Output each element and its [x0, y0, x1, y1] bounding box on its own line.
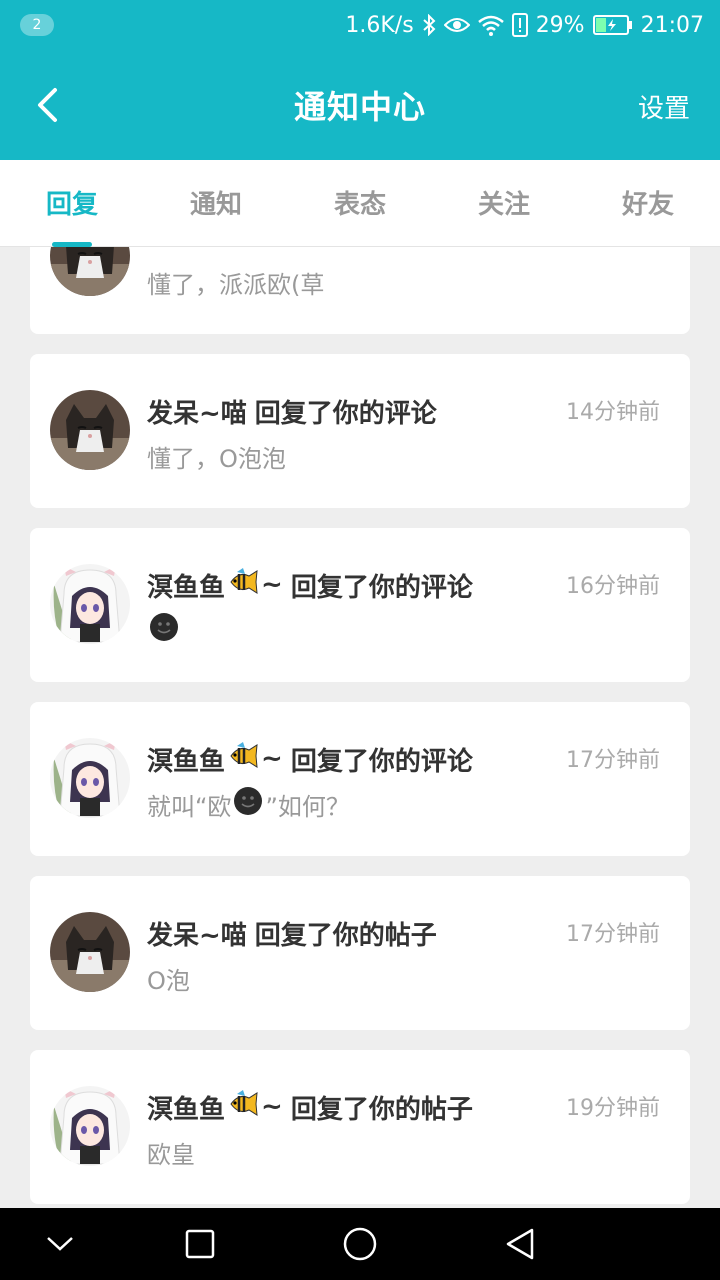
notification-card[interactable]: 溟鱼鱼 ~ 回复了你的帖子 19分钟前 欧皇 — [30, 1050, 690, 1204]
notification-content — [147, 612, 181, 648]
avatar-anime-girl[interactable] — [50, 1086, 130, 1166]
notification-action: 回复了你的帖子 — [254, 920, 437, 951]
username-prefix: 溟鱼鱼 — [147, 1094, 226, 1125]
tropical-fish-icon — [227, 1089, 259, 1125]
avatar-anime-girl[interactable] — [50, 738, 130, 818]
recents-icon — [185, 1229, 215, 1259]
username[interactable]: 溟鱼鱼 ~ — [147, 741, 283, 778]
collapse-button[interactable] — [40, 1224, 80, 1264]
system-nav-bar — [0, 1208, 720, 1280]
home-button[interactable] — [340, 1224, 380, 1264]
recents-button[interactable] — [180, 1224, 220, 1264]
tab-notice[interactable]: 通知 — [144, 184, 288, 221]
battery-charging-icon — [592, 15, 633, 35]
notification-list[interactable]: 懂了，派派欧(草 发呆~喵 回复了你的评论 14分钟前 懂了，O泡泡 溟鱼鱼 ~… — [0, 246, 720, 1208]
notification-action: 回复了你的评论 — [290, 746, 473, 777]
avatar-anime-girl[interactable] — [50, 564, 130, 644]
home-icon — [343, 1227, 377, 1261]
notification-content: 欧皇 — [147, 1140, 195, 1169]
notification-time: 17分钟前 — [566, 748, 660, 773]
username[interactable]: 溟鱼鱼 ~ — [147, 1089, 283, 1126]
notification-content: 懂了，O泡泡 — [147, 444, 286, 473]
clock: 21:07 — [640, 12, 704, 38]
bluetooth-icon — [422, 14, 436, 36]
notification-time: 16分钟前 — [566, 574, 660, 599]
notification-card[interactable]: 溟鱼鱼 ~ 回复了你的评论 16分钟前 — [30, 528, 690, 682]
tab-bar: 回复 通知 表态 关注 好友 — [0, 160, 720, 247]
status-bar: 2 1.6K/s 29% 21:07 — [0, 0, 720, 50]
notification-card[interactable]: 懂了，派派欧(草 — [30, 246, 690, 334]
tab-reply[interactable]: 回复 — [0, 184, 144, 221]
notification-content: O泡 — [147, 966, 190, 995]
notification-time: 17分钟前 — [566, 922, 660, 947]
eye-icon — [443, 15, 470, 35]
notification-time: 14分钟前 — [566, 400, 660, 425]
tab-friends[interactable]: 好友 — [576, 184, 720, 221]
tropical-fish-icon — [227, 741, 259, 777]
username-suffix: ~ — [261, 744, 283, 774]
username-prefix: 溟鱼鱼 — [147, 746, 226, 777]
username[interactable]: 溟鱼鱼 ~ — [147, 567, 283, 604]
notification-title: 溟鱼鱼 ~ 回复了你的评论 — [147, 567, 473, 604]
active-tab-indicator — [52, 242, 92, 247]
content-text-before: 就叫“欧 — [147, 792, 232, 821]
notification-action: 回复了你的评论 — [290, 572, 473, 603]
notification-card[interactable]: 发呆~喵 回复了你的帖子 17分钟前 O泡 — [30, 876, 690, 1030]
notification-card[interactable]: 溟鱼鱼 ~ 回复了你的评论 17分钟前 就叫“欧 ”如何？ — [30, 702, 690, 856]
dark-smiley-face-icon — [233, 786, 263, 822]
settings-button[interactable]: 设置 — [638, 88, 690, 125]
avatar-cat[interactable] — [50, 246, 130, 296]
notification-title: 溟鱼鱼 ~ 回复了你的帖子 — [147, 1089, 473, 1126]
wifi-icon — [477, 14, 504, 36]
notification-content: 就叫“欧 ”如何？ — [147, 786, 350, 822]
collapse-icon — [47, 1237, 73, 1251]
notification-content: 懂了，派派欧(草 — [147, 270, 325, 299]
notification-time: 19分钟前 — [566, 1096, 660, 1121]
nav-back-button[interactable] — [500, 1224, 540, 1264]
app-header: 通知中心 设置 — [0, 50, 720, 160]
notification-title: 发呆~喵 回复了你的帖子 — [147, 915, 437, 952]
dark-smiley-face-icon — [149, 612, 179, 648]
notification-card[interactable]: 发呆~喵 回复了你的评论 14分钟前 懂了，O泡泡 — [30, 354, 690, 508]
notification-title: 溟鱼鱼 ~ 回复了你的评论 — [147, 741, 473, 778]
notification-action: 回复了你的帖子 — [290, 1094, 473, 1125]
tropical-fish-icon — [227, 567, 259, 603]
alert-icon — [511, 13, 528, 37]
content-text-after: ”如何？ — [265, 792, 350, 821]
username-suffix: ~ — [261, 570, 283, 600]
notification-title: 发呆~喵 回复了你的评论 — [147, 393, 437, 430]
avatar-cat[interactable] — [50, 912, 130, 992]
notification-count-badge: 2 — [20, 14, 54, 36]
page-title: 通知中心 — [293, 88, 426, 126]
username-suffix: ~ — [261, 1092, 283, 1122]
net-speed: 1.6K/s — [345, 12, 414, 38]
tab-follow[interactable]: 关注 — [432, 184, 576, 221]
status-indicators: 1.6K/s 29% 21:07 — [345, 10, 704, 40]
username[interactable]: 发呆~喵 — [147, 915, 247, 952]
notification-action: 回复了你的评论 — [254, 398, 437, 429]
username[interactable]: 发呆~喵 — [147, 393, 247, 430]
back-icon — [506, 1228, 534, 1260]
battery-percent: 29% — [535, 12, 585, 38]
username-prefix: 溟鱼鱼 — [147, 572, 226, 603]
avatar-cat[interactable] — [50, 390, 130, 470]
tab-reaction[interactable]: 表态 — [288, 184, 432, 221]
